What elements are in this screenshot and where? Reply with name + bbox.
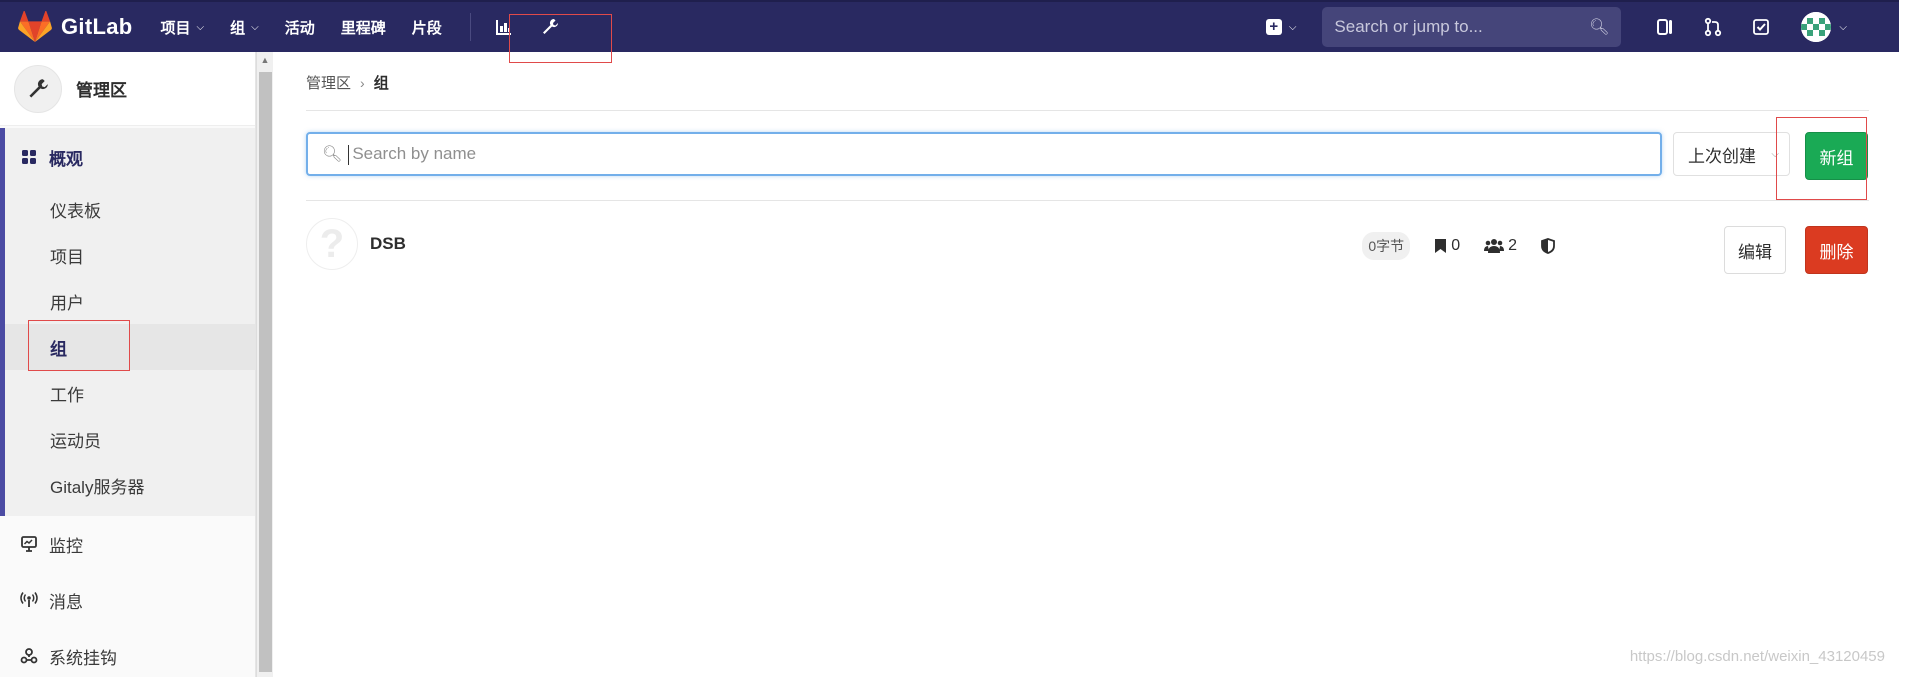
brand-name: GitLab [61, 14, 133, 39]
plus-icon: + [1265, 19, 1282, 35]
sidebar-item-label: 仪表板 [50, 201, 101, 221]
sidebar-header[interactable]: 管理区 [0, 52, 255, 126]
chevron-down-icon: ⌵ [1839, 21, 1847, 33]
chevron-down-icon: ⌵ [251, 21, 259, 33]
top-navbar: GitLab 项目 ⌵ 组 ⌵ 活动 里程碑 片段 + ⌵ Search or … [0, 0, 1899, 52]
global-search-input[interactable] [1334, 17, 1590, 37]
top-nav-menu: 项目 ⌵ 组 ⌵ 活动 里程碑 片段 [160, 2, 560, 52]
admin-sidebar: 管理区 概观 仪表板 项目 用户 组 工作 运动员 Gitaly服务器 监控 消… [0, 52, 256, 677]
sidebar-item-jobs[interactable]: 工作 [5, 370, 255, 416]
breadcrumb-admin-link[interactable]: 管理区 [306, 72, 351, 93]
sidebar-item-label: 项目 [50, 247, 84, 267]
wrench-icon[interactable] [539, 16, 561, 38]
chevron-down-icon: ⌵ [1288, 21, 1297, 33]
nav-projects-dropdown[interactable]: 项目 ⌵ [160, 17, 204, 38]
nav-activity-label: 活动 [284, 19, 315, 37]
sidebar-item-label: 系统挂钩 [49, 648, 117, 668]
nav-projects-label: 项目 [160, 19, 191, 37]
chart-icon[interactable] [493, 16, 515, 38]
nav-snippets-label: 片段 [411, 19, 442, 37]
sidebar-item-label: 组 [50, 339, 67, 359]
nav-separator [469, 13, 471, 41]
nav-activity-link[interactable]: 活动 [285, 17, 315, 38]
grid-icon [22, 150, 36, 164]
issues-icon[interactable] [1652, 14, 1678, 40]
breadcrumb-current: 组 [373, 75, 389, 92]
sidebar-item-label: 消息 [49, 592, 83, 612]
new-group-button[interactable]: 新组 [1805, 132, 1868, 180]
sidebar-item-label: 用户 [50, 293, 84, 313]
project-count-value: 0 [1451, 237, 1461, 254]
sidebar-item-groups[interactable]: 组 [5, 324, 255, 370]
sidebar-item-gitaly-servers[interactable]: Gitaly服务器 [5, 462, 255, 508]
nav-groups-dropdown[interactable]: 组 ⌵ [230, 17, 259, 38]
sidebar-item-label: 运动员 [50, 431, 101, 451]
monitor-icon [21, 536, 37, 552]
watermark: https://blog.csdn.net/weixin_43120459 [1629, 648, 1885, 665]
users-icon [1484, 239, 1505, 253]
breadcrumb: 管理区 › 组 [306, 72, 389, 93]
divider [306, 110, 1869, 111]
nav-milestones-link[interactable]: 里程碑 [341, 17, 386, 38]
breadcrumb-chevron-icon: › [360, 74, 365, 91]
sidebar-scrollbar[interactable]: ▲ [256, 52, 273, 677]
edit-group-button[interactable]: 编辑 [1724, 226, 1786, 274]
shield-icon [1541, 238, 1555, 254]
group-row: ? DSB 0字节 0 2 [306, 215, 1869, 275]
sidebar-item-label: 概观 [49, 149, 83, 169]
nav-milestones-label: 里程碑 [340, 19, 386, 37]
wrench-icon [14, 64, 62, 113]
text-caret [348, 145, 349, 165]
search-icon: 🔍︎ [322, 146, 343, 163]
scroll-up-arrow[interactable]: ▲ [257, 52, 273, 68]
sidebar-item-label: Gitaly服务器 [50, 477, 145, 497]
broadcast-icon [20, 592, 38, 607]
sort-dropdown[interactable]: 上次创建 ⌵ [1673, 132, 1790, 176]
group-stats: 0字节 0 2 [1362, 229, 1559, 263]
group-filter[interactable]: 🔍︎ [306, 132, 1662, 176]
avatar [1801, 12, 1832, 42]
group-search-input[interactable] [352, 144, 1660, 164]
sidebar-item-overview[interactable]: 概观 [5, 128, 255, 186]
merge-request-icon[interactable] [1700, 14, 1726, 40]
sidebar-item-runners[interactable]: 运动员 [5, 416, 255, 462]
nav-snippets-link[interactable]: 片段 [412, 17, 442, 38]
todo-icon[interactable] [1748, 14, 1774, 40]
bookmark-icon [1435, 239, 1447, 253]
new-item-dropdown[interactable]: + ⌵ [1265, 19, 1297, 35]
global-search[interactable]: 🔍︎ [1322, 7, 1622, 47]
gitlab-logo-icon [18, 11, 52, 43]
group-avatar: ? [306, 218, 358, 270]
chevron-down-icon: ⌵ [1771, 148, 1779, 160]
sidebar-item-messages[interactable]: 消息 [0, 572, 255, 628]
sidebar-item-label: 监控 [49, 536, 83, 556]
member-count-value: 2 [1508, 237, 1517, 254]
sidebar-item-system-hooks[interactable]: 系统挂钩 [0, 628, 255, 684]
sidebar-item-dashboard[interactable]: 仪表板 [5, 186, 255, 232]
sidebar-item-label: 工作 [50, 385, 84, 405]
sidebar-item-monitoring[interactable]: 监控 [0, 516, 255, 572]
nav-groups-label: 组 [230, 19, 246, 37]
chevron-down-icon: ⌵ [196, 21, 205, 33]
sort-label: 上次创建 [1688, 146, 1756, 166]
hook-icon [20, 648, 38, 664]
search-icon: 🔍︎ [1589, 19, 1610, 36]
divider [306, 200, 1869, 201]
member-count: 2 [1484, 237, 1517, 255]
group-name-link[interactable]: DSB [370, 234, 406, 254]
brand-logo-link[interactable]: GitLab [18, 2, 132, 52]
sidebar-item-projects[interactable]: 项目 [5, 232, 255, 278]
main-content: 管理区 › 组 🔍︎ 上次创建 ⌵ 新组 ? DSB 0字节 0 2 [273, 52, 1899, 677]
navbar-right: + ⌵ 🔍︎ ⌵ [1265, 2, 1899, 52]
sidebar-title: 管理区 [76, 81, 127, 100]
storage-size-badge: 0字节 [1362, 232, 1411, 260]
delete-group-button[interactable]: 删除 [1805, 226, 1868, 274]
scroll-thumb[interactable] [259, 72, 272, 672]
sidebar-group-overview: 概观 仪表板 项目 用户 组 工作 运动员 Gitaly服务器 [0, 128, 255, 516]
user-menu-dropdown[interactable]: ⌵ [1801, 12, 1847, 42]
sidebar-item-users[interactable]: 用户 [5, 278, 255, 324]
visibility-status [1541, 238, 1559, 254]
project-count: 0 [1434, 237, 1460, 255]
